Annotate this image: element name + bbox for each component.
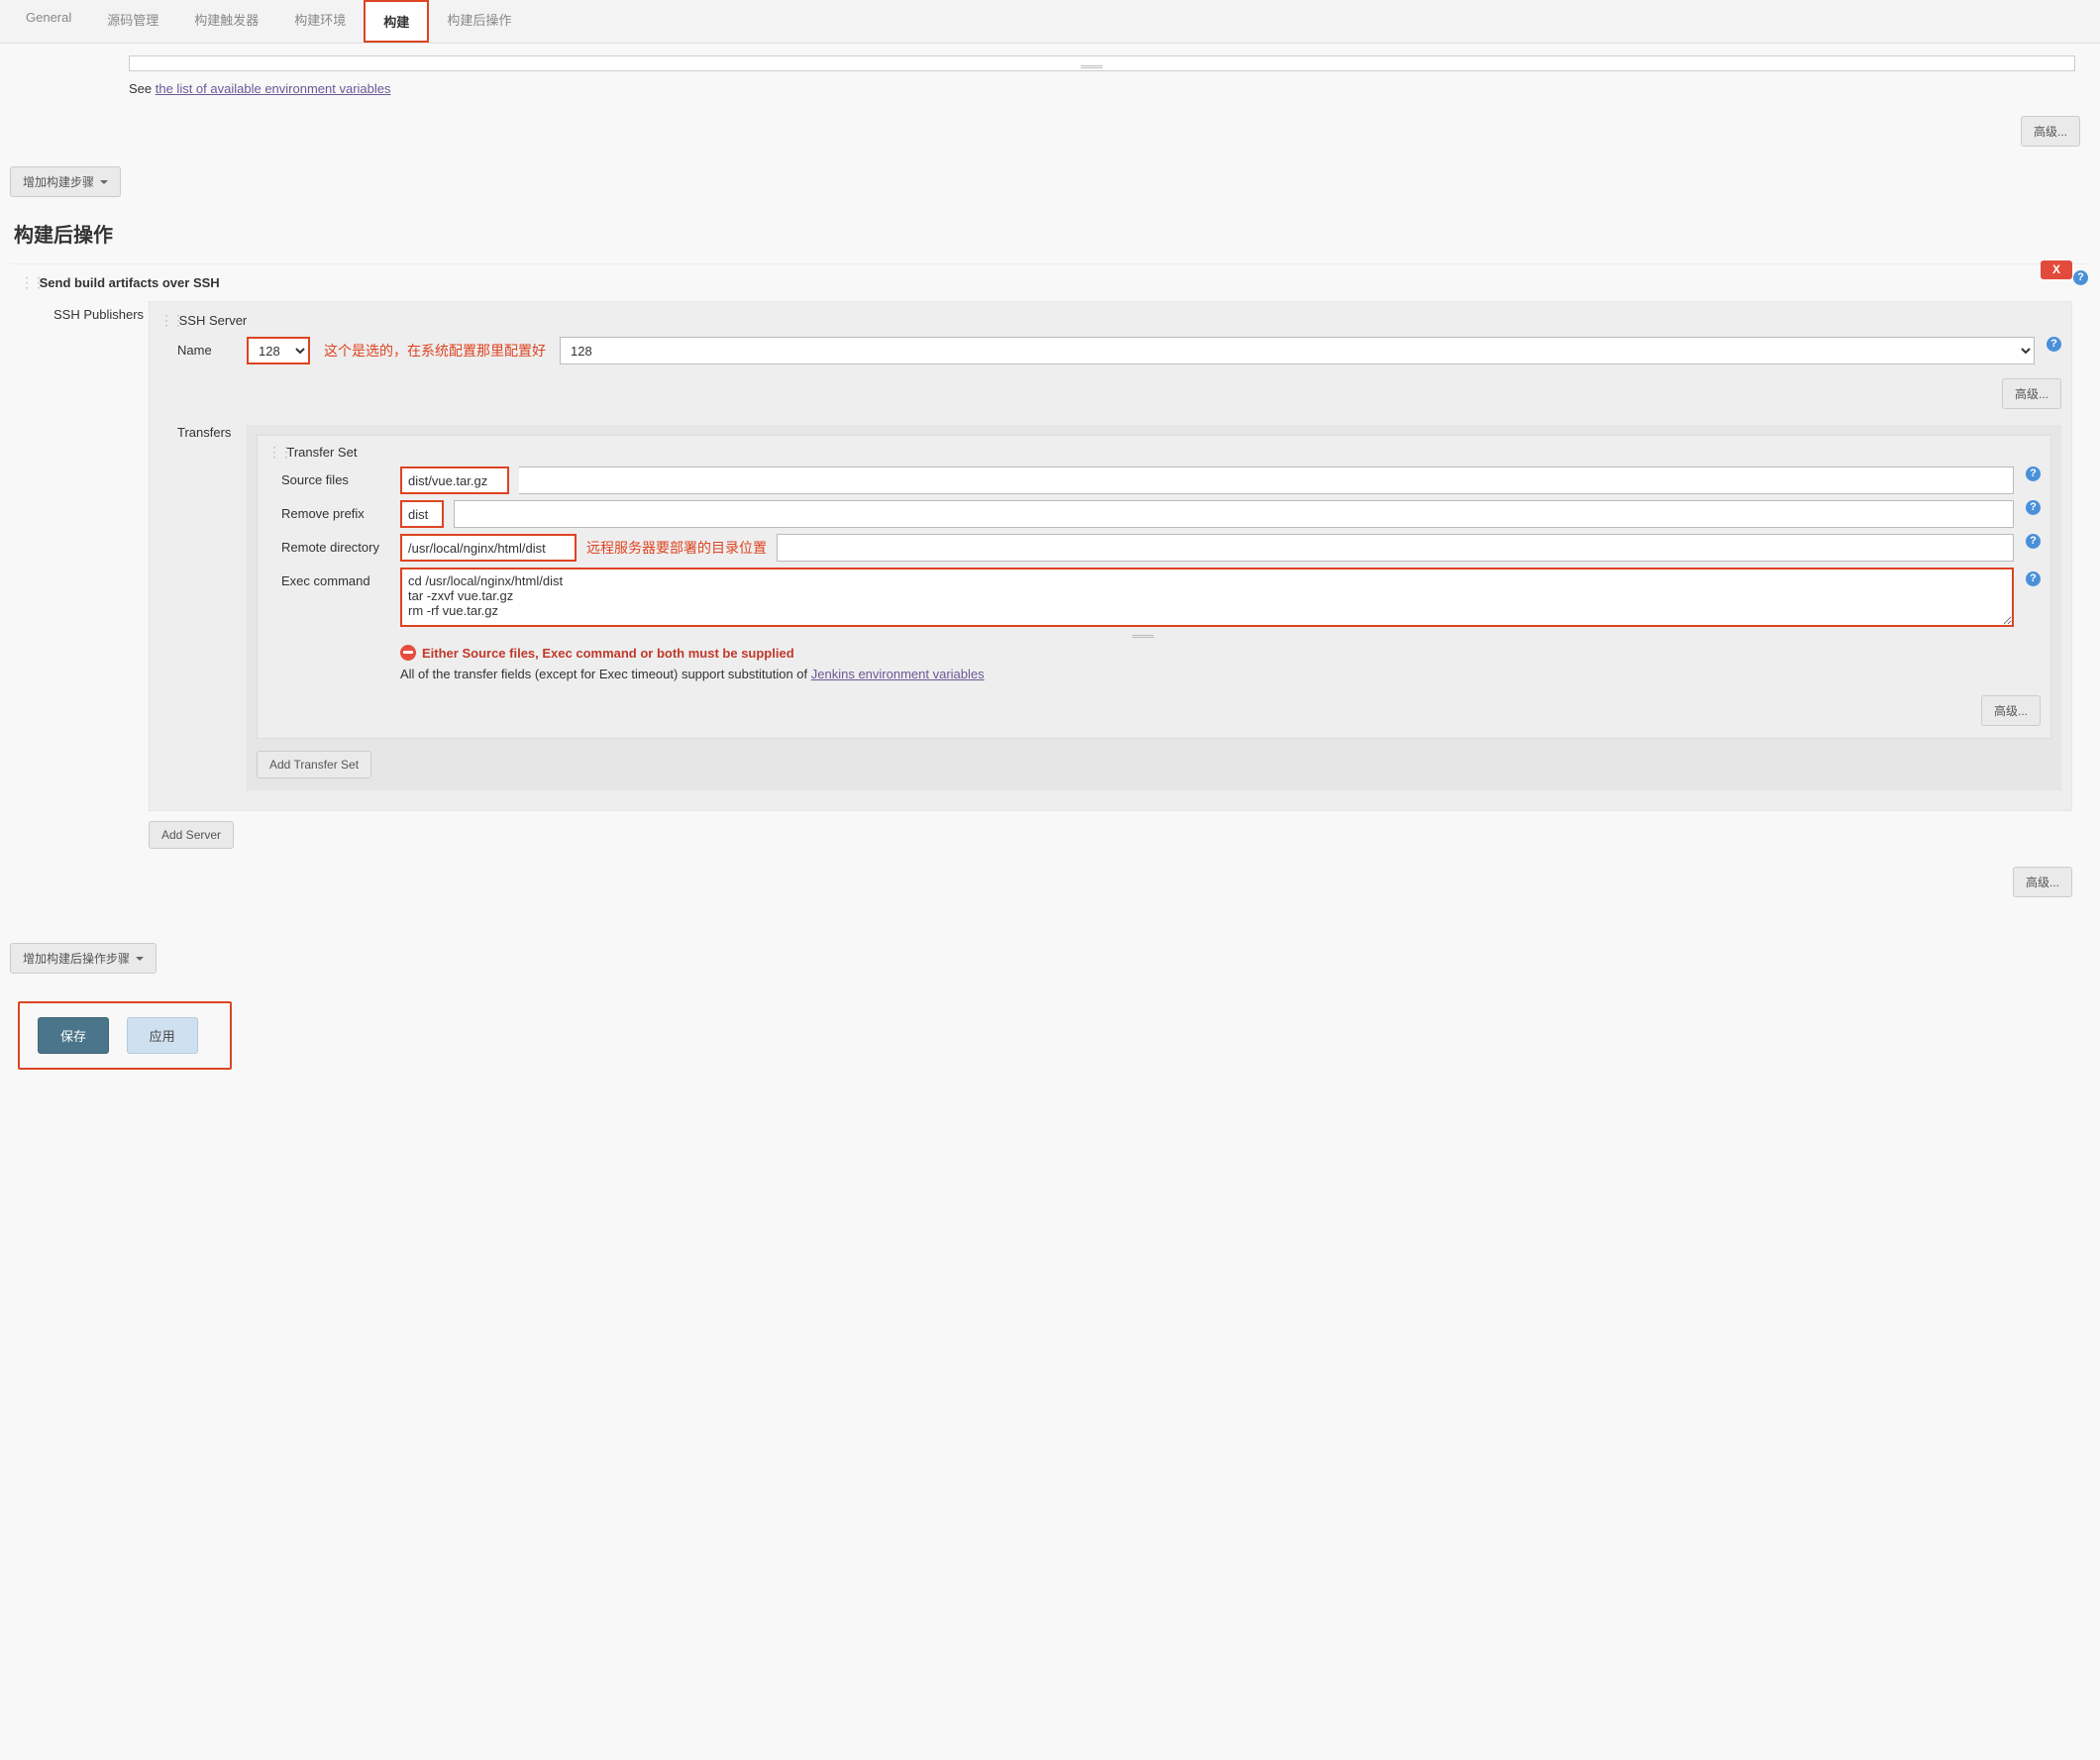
save-apply-bar: 保存 应用 bbox=[18, 1001, 232, 1070]
help-icon[interactable]: ? bbox=[2026, 466, 2041, 481]
post-build-actions-title: 构建后操作 bbox=[14, 219, 2090, 248]
transfer-set: ⋮⋮ Transfer Set Source files bbox=[257, 435, 2051, 739]
remote-directory-input[interactable] bbox=[400, 534, 577, 562]
ssh-server-card: ⋮⋮ SSH Server Name 128 bbox=[149, 301, 2072, 811]
help-icon[interactable]: ? bbox=[2026, 571, 2041, 586]
drag-handle-icon[interactable]: ⋮⋮ bbox=[20, 274, 32, 291]
remove-block-button[interactable]: X bbox=[2041, 260, 2072, 279]
env-help-text: See the list of available environment va… bbox=[129, 81, 2080, 96]
block-advanced-button[interactable]: 高级... bbox=[2013, 867, 2072, 897]
add-build-step-button[interactable]: 增加构建步骤 bbox=[10, 166, 121, 197]
tab-post[interactable]: 构建后操作 bbox=[429, 0, 529, 43]
remove-prefix-label: Remove prefix bbox=[281, 500, 400, 521]
remote-directory-input-rest[interactable] bbox=[777, 534, 2014, 562]
name-label: Name bbox=[177, 337, 247, 358]
apply-button[interactable]: 应用 bbox=[127, 1017, 198, 1054]
add-transfer-set-button[interactable]: Add Transfer Set bbox=[257, 751, 371, 778]
drag-handle-icon[interactable]: ⋮⋮ bbox=[267, 444, 279, 461]
transfer-advanced-button[interactable]: 高级... bbox=[1981, 695, 2041, 726]
block-title: Send build artifacts over SSH bbox=[40, 275, 220, 290]
tab-scm[interactable]: 源码管理 bbox=[89, 0, 176, 43]
help-icon[interactable]: ? bbox=[2073, 270, 2088, 285]
tab-general[interactable]: General bbox=[8, 0, 89, 43]
source-files-label: Source files bbox=[281, 466, 400, 487]
add-post-build-action-button[interactable]: 增加构建后操作步骤 bbox=[10, 943, 157, 974]
source-files-input-rest[interactable] bbox=[519, 466, 2014, 494]
remove-prefix-input[interactable] bbox=[400, 500, 444, 528]
validation-error: Either Source files, Exec command or bot… bbox=[400, 645, 2041, 661]
jenkins-env-vars-link[interactable]: Jenkins environment variables bbox=[811, 667, 985, 681]
ssh-server-label: SSH Server bbox=[179, 313, 248, 328]
config-tabs: General 源码管理 构建触发器 构建环境 构建 构建后操作 bbox=[0, 0, 2100, 44]
server-advanced-button[interactable]: 高级... bbox=[2002, 378, 2061, 409]
ssh-name-select-visible[interactable]: 128 bbox=[247, 337, 310, 364]
remove-prefix-input-rest[interactable] bbox=[454, 500, 2014, 528]
exec-command-label: Exec command bbox=[281, 568, 400, 588]
ssh-name-select[interactable]: 128 bbox=[560, 337, 2035, 364]
textarea-resize-handle[interactable] bbox=[129, 55, 2075, 71]
build-section: See the list of available environment va… bbox=[10, 46, 2090, 166]
remote-directory-label: Remote directory bbox=[281, 534, 400, 555]
tab-env[interactable]: 构建环境 bbox=[276, 0, 364, 43]
env-vars-link[interactable]: the list of available environment variab… bbox=[156, 81, 391, 96]
transfers-label: Transfers bbox=[177, 419, 247, 440]
textarea-resize-handle[interactable] bbox=[267, 633, 2041, 639]
source-files-input[interactable] bbox=[400, 466, 509, 494]
transfer-set-label: Transfer Set bbox=[286, 445, 357, 460]
add-server-button[interactable]: Add Server bbox=[149, 821, 234, 849]
help-icon[interactable]: ? bbox=[2026, 534, 2041, 549]
error-icon bbox=[400, 645, 416, 661]
build-advanced-button[interactable]: 高级... bbox=[2021, 116, 2080, 147]
tab-build[interactable]: 构建 bbox=[364, 0, 429, 43]
ssh-publishers-label: SSH Publishers bbox=[20, 297, 149, 322]
name-annotation: 这个是选的，在系统配置那里配置好 bbox=[324, 341, 546, 361]
help-icon[interactable]: ? bbox=[2047, 337, 2061, 352]
tab-triggers[interactable]: 构建触发器 bbox=[176, 0, 276, 43]
save-button[interactable]: 保存 bbox=[38, 1017, 109, 1054]
ssh-publish-block: X ? ⋮⋮ Send build artifacts over SSH SSH… bbox=[10, 263, 2090, 917]
remote-directory-annotation: 远程服务器要部署的目录位置 bbox=[586, 538, 767, 558]
drag-handle-icon[interactable]: ⋮⋮ bbox=[159, 312, 171, 329]
transfer-area: ⋮⋮ Transfer Set Source files bbox=[247, 425, 2061, 790]
exec-command-textarea[interactable]: cd /usr/local/nginx/html/dist tar -zxvf … bbox=[400, 568, 2014, 627]
substitution-note: All of the transfer fields (except for E… bbox=[400, 667, 2041, 681]
help-icon[interactable]: ? bbox=[2026, 500, 2041, 515]
